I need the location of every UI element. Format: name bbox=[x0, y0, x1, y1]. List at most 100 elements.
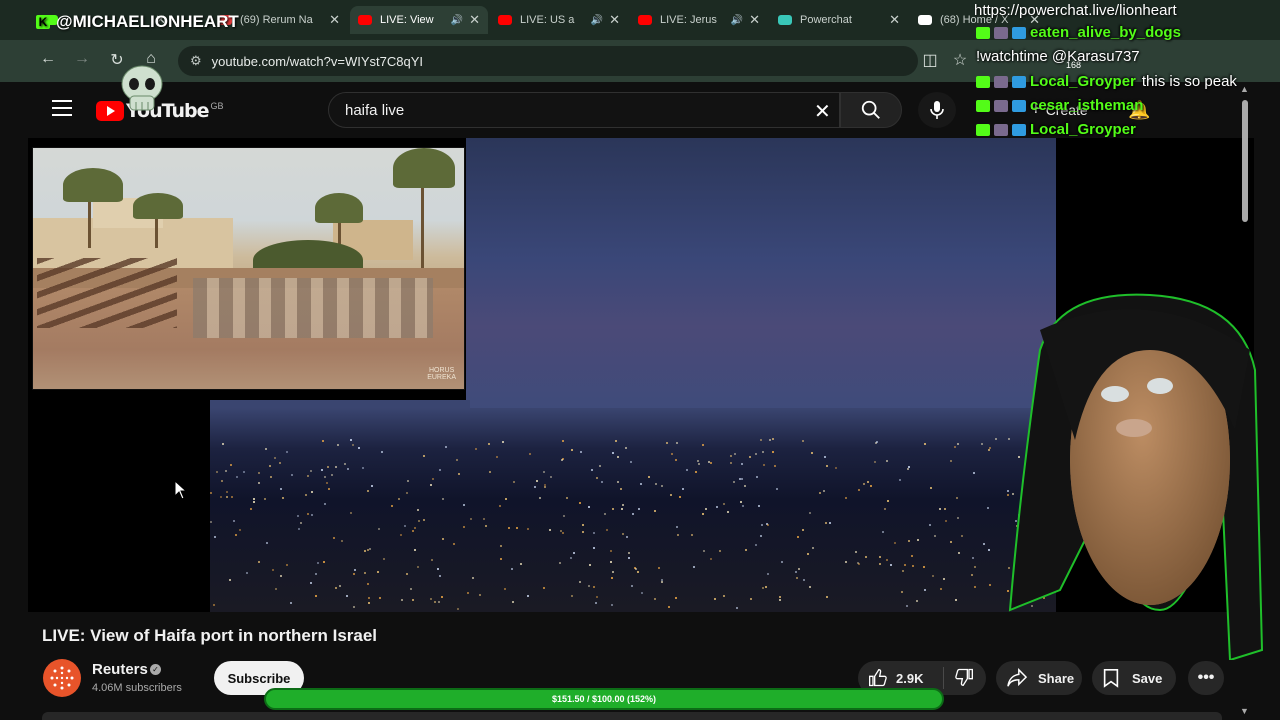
share-arrow-icon bbox=[1007, 668, 1028, 687]
city-light bbox=[404, 524, 407, 527]
like-button[interactable]: 2.9K bbox=[858, 667, 944, 689]
city-light bbox=[595, 477, 598, 480]
channel-name[interactable]: Reuters bbox=[92, 661, 148, 678]
chat-badge-icon bbox=[1012, 123, 1026, 136]
browser-tab[interactable]: Powerchat ✕ bbox=[770, 6, 908, 34]
city-light bbox=[229, 579, 232, 582]
city-light bbox=[390, 504, 393, 507]
city-light bbox=[410, 588, 413, 591]
city-light bbox=[957, 443, 960, 446]
city-light bbox=[570, 557, 573, 560]
city-light bbox=[299, 522, 302, 525]
city-light bbox=[878, 563, 881, 566]
browser-tab[interactable]: LIVE: Jerus 🔊 ✕ bbox=[630, 6, 768, 34]
chat-badge-icon bbox=[976, 75, 990, 88]
skull-emote-icon bbox=[121, 65, 163, 111]
city-light bbox=[801, 440, 804, 443]
thumbs-down-icon bbox=[955, 668, 973, 686]
city-light bbox=[986, 506, 989, 509]
forward-icon[interactable]: → bbox=[70, 50, 94, 68]
city-light bbox=[324, 476, 327, 479]
city-light bbox=[835, 467, 838, 470]
voice-search-button[interactable] bbox=[918, 92, 956, 128]
city-light bbox=[670, 453, 673, 456]
city-light bbox=[529, 453, 532, 456]
more-actions-icon[interactable]: ••• bbox=[1188, 661, 1224, 695]
city-light bbox=[726, 511, 729, 514]
city-light bbox=[269, 475, 272, 478]
close-tab-icon[interactable]: ✕ bbox=[469, 12, 480, 28]
city-light bbox=[697, 463, 700, 466]
close-tab-icon[interactable]: ✕ bbox=[749, 12, 760, 28]
city-light bbox=[213, 604, 216, 607]
address-bar[interactable]: ⚙ youtube.com/watch?v=WIYst7C8qYI bbox=[178, 46, 918, 76]
city-light bbox=[669, 494, 672, 497]
search-button[interactable] bbox=[840, 92, 902, 128]
city-light bbox=[366, 583, 369, 586]
browser-tab[interactable]: LIVE: View 🔊 ✕ bbox=[350, 6, 488, 34]
close-tab-icon[interactable]: ✕ bbox=[889, 12, 900, 28]
city-light bbox=[463, 503, 466, 506]
save-button[interactable]: Save bbox=[1092, 661, 1176, 695]
city-light bbox=[263, 498, 266, 501]
city-light bbox=[280, 574, 283, 577]
city-light bbox=[437, 568, 440, 571]
city-light bbox=[591, 469, 594, 472]
close-tab-icon[interactable]: ✕ bbox=[329, 12, 340, 28]
bookmark-star-icon[interactable]: ☆ bbox=[948, 50, 972, 70]
share-button[interactable]: Share bbox=[996, 661, 1082, 695]
tab-audio-icon[interactable]: 🔊 bbox=[731, 15, 743, 26]
city-light bbox=[331, 473, 334, 476]
clear-search-icon[interactable]: ✕ bbox=[814, 99, 831, 124]
city-light bbox=[980, 442, 983, 445]
city-light bbox=[579, 502, 582, 505]
city-light bbox=[441, 596, 444, 599]
city-light bbox=[822, 490, 825, 493]
tab-audio-icon[interactable]: 🔊 bbox=[591, 15, 603, 26]
city-light bbox=[533, 486, 536, 489]
city-light bbox=[886, 460, 889, 463]
dislike-button[interactable] bbox=[944, 667, 984, 690]
back-icon[interactable]: ← bbox=[36, 50, 60, 68]
menu-icon[interactable] bbox=[52, 100, 72, 121]
description-box[interactable] bbox=[42, 712, 1222, 720]
city-light bbox=[812, 546, 815, 549]
city-light bbox=[504, 587, 507, 590]
city-light bbox=[911, 565, 914, 568]
donation-goal-bar: $151.50 / $100.00 (152%) bbox=[264, 688, 944, 710]
city-light bbox=[234, 533, 237, 536]
city-light bbox=[620, 507, 623, 510]
city-light bbox=[573, 551, 576, 554]
city-light bbox=[226, 490, 229, 493]
close-tab-icon[interactable]: ✕ bbox=[609, 12, 620, 28]
scroll-up-icon[interactable]: ▲ bbox=[1240, 84, 1249, 94]
search-input[interactable]: haifa live bbox=[328, 92, 840, 128]
city-light bbox=[358, 446, 360, 449]
city-light bbox=[818, 492, 821, 495]
city-light bbox=[611, 452, 614, 455]
city-light bbox=[620, 487, 623, 490]
city-light bbox=[417, 566, 420, 569]
city-light bbox=[739, 501, 742, 503]
city-light bbox=[442, 537, 445, 540]
city-light bbox=[954, 599, 957, 602]
scroll-down-icon[interactable]: ▼ bbox=[1240, 706, 1249, 716]
city-light bbox=[400, 598, 403, 601]
city-light bbox=[466, 592, 469, 595]
browser-tab[interactable]: LIVE: US a 🔊 ✕ bbox=[490, 6, 628, 34]
reuters-logo-icon bbox=[50, 666, 74, 690]
city-light bbox=[236, 475, 239, 478]
city-light bbox=[210, 491, 213, 494]
install-app-icon[interactable]: ◫ bbox=[918, 50, 942, 70]
city-light bbox=[826, 596, 829, 599]
tab-audio-icon[interactable]: 🔊 bbox=[451, 15, 463, 26]
site-info-icon[interactable]: ⚙ bbox=[190, 53, 202, 69]
city-light bbox=[499, 545, 502, 548]
city-light bbox=[631, 584, 634, 587]
chat-message: cesar_istheman bbox=[976, 97, 1149, 114]
tab-title: LIVE: View bbox=[380, 14, 434, 26]
city-light bbox=[750, 597, 753, 600]
page-scrollbar-thumb[interactable] bbox=[1242, 100, 1248, 222]
channel-avatar[interactable] bbox=[43, 659, 81, 697]
city-light bbox=[327, 488, 330, 491]
